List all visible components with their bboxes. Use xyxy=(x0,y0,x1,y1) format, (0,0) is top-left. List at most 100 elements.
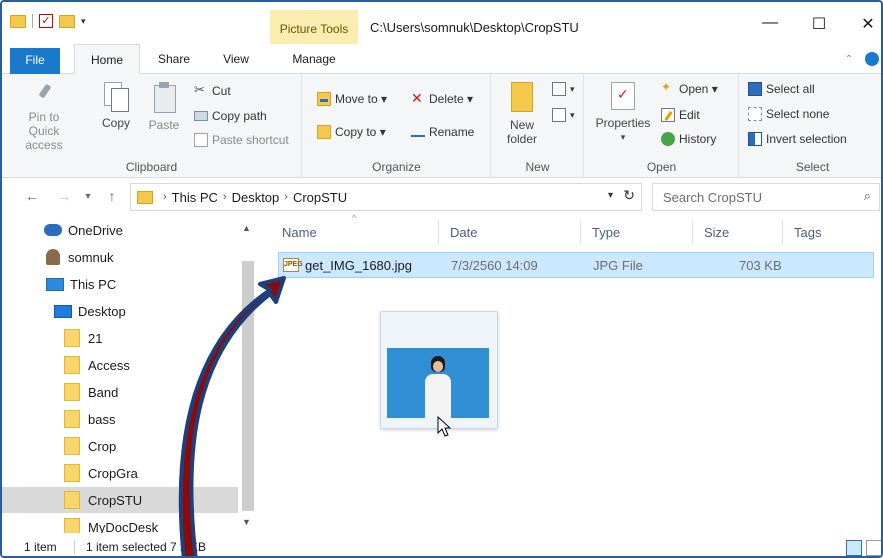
column-tags[interactable]: Tags xyxy=(794,225,821,240)
pin-to-quick-access-button[interactable]: Pin to Quick access xyxy=(14,82,74,152)
chevron-right-icon[interactable]: › xyxy=(284,191,288,203)
maximize-button[interactable]: ☐ xyxy=(799,14,839,34)
scroll-up-arrow-icon[interactable]: ▲ xyxy=(242,223,251,233)
nav-item-label: MyDocDesk xyxy=(88,519,159,534)
scrollbar-thumb[interactable] xyxy=(242,261,254,511)
open-group-label: Open xyxy=(646,160,677,174)
details-view-icon[interactable] xyxy=(846,540,862,556)
large-icons-view-icon[interactable] xyxy=(866,540,881,556)
collapse-ribbon-icon[interactable]: ⌃ xyxy=(845,54,853,65)
delete-button[interactable]: Delete ▾ xyxy=(411,90,474,107)
invert-selection-button[interactable]: Invert selection xyxy=(748,132,847,146)
new-folder-icon[interactable] xyxy=(59,14,75,28)
tab-file[interactable]: File xyxy=(10,48,60,74)
folder-icon[interactable] xyxy=(10,14,26,28)
jpg-file-icon: JPEG xyxy=(283,258,303,272)
delete-label: Delete ▾ xyxy=(429,92,474,106)
rename-icon xyxy=(411,127,425,137)
select-all-button[interactable]: Select all xyxy=(748,82,815,96)
refresh-icon[interactable]: ↻ xyxy=(623,187,635,204)
select-none-button[interactable]: Select none xyxy=(748,107,829,121)
copy-icon xyxy=(104,82,129,112)
nav-item-somnuk[interactable]: somnuk xyxy=(46,244,114,270)
nav-item-crop[interactable]: Crop xyxy=(64,433,116,459)
rename-label: Rename xyxy=(429,125,475,139)
customize-dropdown-icon[interactable]: ▾ xyxy=(81,16,86,27)
copy-to-button[interactable]: Copy to ▾ xyxy=(317,125,386,139)
history-button[interactable]: History xyxy=(661,132,716,146)
nav-item-label: CropGra xyxy=(88,465,138,481)
history-label: History xyxy=(679,132,717,146)
paste-button[interactable]: Paste xyxy=(144,82,184,132)
nav-item-cropgra[interactable]: CropGra xyxy=(64,460,138,486)
divider[interactable] xyxy=(782,219,783,245)
cut-button[interactable]: Cut xyxy=(194,82,231,98)
nav-item-mydocdesk[interactable]: MyDocDesk xyxy=(64,514,158,533)
search-input[interactable]: Search CropSTU ⌕ xyxy=(652,183,880,211)
address-field[interactable]: › This PC › Desktop › CropSTU ▾ ↻ xyxy=(130,183,642,211)
tab-share[interactable]: Share xyxy=(148,44,200,74)
recent-locations-dropdown-icon[interactable]: ▾ xyxy=(78,191,98,202)
file-row-get-img-1680[interactable]: JPEG get_IMG_1680.jpg 7/3/2560 14:09 JPG… xyxy=(278,252,874,278)
scroll-down-arrow-icon[interactable]: ▼ xyxy=(242,517,251,527)
divider[interactable] xyxy=(580,219,581,245)
back-arrow-icon[interactable]: ← xyxy=(22,188,42,204)
new-folder-button[interactable]: New folder xyxy=(500,82,544,146)
move-to-button[interactable]: Move to ▾ xyxy=(317,92,387,106)
nav-item-desktop[interactable]: Desktop xyxy=(54,298,126,324)
nav-item-access[interactable]: Access xyxy=(64,352,130,378)
nav-item-21[interactable]: 21 xyxy=(64,325,102,351)
select-group-label: Select xyxy=(795,160,830,174)
properties-button[interactable]: Properties ▾ xyxy=(591,82,655,144)
nav-scrollbar[interactable]: ▲ ▼ xyxy=(240,221,256,527)
help-icon[interactable] xyxy=(865,52,879,66)
chevron-right-icon[interactable]: › xyxy=(223,191,227,203)
column-type[interactable]: Type xyxy=(592,225,620,240)
search-icon[interactable]: ⌕ xyxy=(864,188,871,204)
nav-item-bass[interactable]: bass xyxy=(64,406,115,432)
forward-arrow-icon[interactable]: → xyxy=(54,188,74,204)
nav-item-this-pc[interactable]: This PC xyxy=(46,271,116,297)
breadcrumb-desktop[interactable]: Desktop xyxy=(232,190,280,205)
column-date[interactable]: Date xyxy=(450,225,477,240)
address-dropdown-icon[interactable]: ▾ xyxy=(608,190,613,201)
copy-path-button[interactable]: Copy path xyxy=(194,109,267,123)
edit-button[interactable]: Edit xyxy=(661,108,700,122)
new-item-button[interactable]: ▾ xyxy=(552,82,575,96)
column-size[interactable]: Size xyxy=(704,225,729,240)
nav-item-onedrive[interactable]: OneDrive xyxy=(44,217,123,243)
divider xyxy=(32,14,33,28)
address-bar-row: ← → ▾ ↑ › This PC › Desktop › CropSTU ▾ … xyxy=(2,179,881,215)
cloud-icon xyxy=(44,224,62,236)
organize-group-label: Organize xyxy=(372,160,421,174)
folder-icon xyxy=(137,190,153,204)
nav-item-band[interactable]: Band xyxy=(64,379,118,405)
properties-check-icon[interactable]: ✓ xyxy=(39,14,53,28)
copy-button[interactable]: Copy xyxy=(94,82,138,130)
tab-view[interactable]: View xyxy=(212,44,260,74)
tab-manage[interactable]: Manage xyxy=(270,44,358,74)
nav-item-label: Desktop xyxy=(78,303,126,319)
title-bar: ✓ ▾ Picture Tools C:\Users\somnuk\Deskto… xyxy=(2,2,881,44)
minimize-button[interactable]: — xyxy=(750,14,790,32)
new-item-icon xyxy=(552,82,566,96)
divider[interactable] xyxy=(438,219,439,245)
photo-torso xyxy=(425,374,451,418)
rename-button[interactable]: Rename xyxy=(411,125,474,139)
breadcrumb-this-pc[interactable]: This PC xyxy=(172,190,218,205)
open-button[interactable]: Open ▾ xyxy=(661,80,718,96)
easy-access-button[interactable]: ▾ xyxy=(552,108,575,122)
move-to-icon xyxy=(317,92,331,106)
up-arrow-icon[interactable]: ↑ xyxy=(102,188,122,204)
mouse-cursor-icon xyxy=(437,416,452,437)
paste-shortcut-button[interactable]: Paste shortcut xyxy=(194,133,289,147)
breadcrumb-cropstu[interactable]: CropSTU xyxy=(293,190,347,205)
divider[interactable] xyxy=(692,219,693,245)
column-name[interactable]: Name xyxy=(282,225,317,240)
file-list-pane: ^ Name Date Type Size Tags JPEG get_IMG_… xyxy=(264,213,881,533)
nav-item-cropstu[interactable]: CropSTU xyxy=(2,487,238,513)
chevron-right-icon[interactable]: › xyxy=(163,191,167,203)
close-button[interactable]: ✕ xyxy=(848,14,881,34)
tab-home[interactable]: Home xyxy=(74,44,140,75)
new-group: New folder ▾ ▾ New xyxy=(492,74,584,178)
